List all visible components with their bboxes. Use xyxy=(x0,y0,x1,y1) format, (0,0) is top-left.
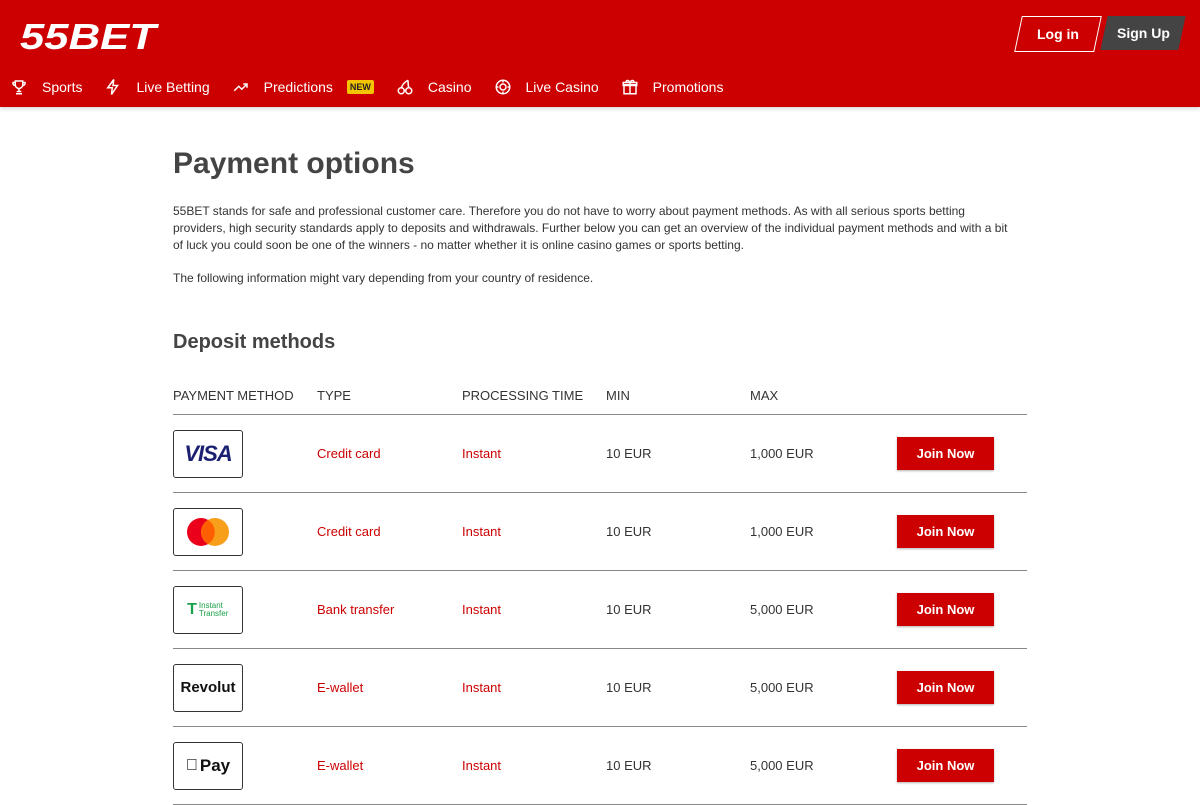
table-row: Credit card Instant 10 EUR 1,000 EUR Joi… xyxy=(173,493,1027,571)
nav-item-label: Promotions xyxy=(652,79,724,95)
mastercard-logo xyxy=(173,507,243,556)
nav-item-live-betting[interactable]: Live Betting xyxy=(104,74,210,100)
min-amount: 10 EUR xyxy=(606,758,652,773)
nav-item-live-casino[interactable]: Live Casino xyxy=(494,74,599,100)
mastercard-icon xyxy=(187,517,229,546)
revolut-logo: Revolut xyxy=(173,663,243,712)
payment-type: E-wallet xyxy=(317,680,364,695)
page-title: Payment options xyxy=(173,147,415,180)
processing-time: Instant xyxy=(462,758,502,773)
main-nav: Sports Live Betting Predictions NEW Casi… xyxy=(10,74,745,100)
main-content: Payment options 55BET stands for safe an… xyxy=(173,107,1027,805)
new-badge: NEW xyxy=(346,80,374,94)
processing-time: Instant xyxy=(462,602,502,617)
instant-transfer-logo: T Instant Transfer xyxy=(173,585,243,634)
nav-item-sports[interactable]: Sports xyxy=(10,74,82,100)
table-row: T Instant Transfer Bank transfer Instant… xyxy=(173,571,1027,649)
payment-type: Bank transfer xyxy=(317,602,395,617)
lightning-icon xyxy=(106,79,120,95)
nav-item-predictions[interactable]: Predictions NEW xyxy=(232,74,374,100)
residence-note: The following information might vary dep… xyxy=(173,271,594,285)
nav-item-label: Live Casino xyxy=(525,79,599,95)
processing-time: Instant xyxy=(462,524,502,539)
payment-type: Credit card xyxy=(317,446,381,461)
nav-item-label: Casino xyxy=(427,79,472,95)
min-amount: 10 EUR xyxy=(606,446,652,461)
column-header-type: TYPE xyxy=(317,387,351,403)
max-amount: 5,000 EUR xyxy=(750,758,814,773)
apple-icon:  xyxy=(186,757,198,775)
55bet-logo[interactable]: 55BET xyxy=(20,18,160,54)
min-amount: 10 EUR xyxy=(606,680,652,695)
login-button[interactable]: Log in xyxy=(1014,16,1102,52)
min-amount: 10 EUR xyxy=(606,524,652,539)
join-now-button[interactable]: Join Now xyxy=(897,593,994,626)
payment-type: Credit card xyxy=(317,524,381,539)
nav-item-label: Predictions xyxy=(263,79,333,95)
cherries-icon xyxy=(397,79,413,95)
max-amount: 5,000 EUR xyxy=(750,602,814,617)
column-header-min: MIN xyxy=(606,387,630,403)
column-header-max: MAX xyxy=(750,387,779,403)
max-amount: 1,000 EUR xyxy=(750,446,814,461)
trophy-icon xyxy=(12,80,26,95)
join-now-button[interactable]: Join Now xyxy=(897,437,994,470)
deposit-methods-title: Deposit methods xyxy=(173,331,336,353)
processing-time: Instant xyxy=(462,680,502,695)
column-header-payment-method: PAYMENT METHOD xyxy=(173,387,294,403)
processing-time: Instant xyxy=(462,446,502,461)
signup-button[interactable]: Sign Up xyxy=(1100,16,1186,50)
table-row: VISA Credit card Instant 10 EUR 1,000 EU… xyxy=(173,415,1027,493)
gift-icon xyxy=(622,79,638,95)
column-header-processing-time: PROCESSING TIME xyxy=(462,387,584,403)
apple-pay-logo:  Pay xyxy=(173,741,243,790)
nav-item-promotions[interactable]: Promotions xyxy=(621,74,724,100)
auth-buttons: Log in Sign Up xyxy=(1014,16,1186,52)
trending-up-icon xyxy=(233,83,248,92)
max-amount: 1,000 EUR xyxy=(750,524,814,539)
visa-logo: VISA xyxy=(173,429,243,478)
site-header: 55BET Log in Sign Up Sports Live Betting… xyxy=(0,0,1200,107)
table-row:  Pay E-wallet Instant 10 EUR 5,000 EUR … xyxy=(173,727,1027,805)
table-header: PAYMENT METHOD TYPE PROCESSING TIME MIN … xyxy=(173,376,1027,415)
join-now-button[interactable]: Join Now xyxy=(897,671,994,704)
nav-item-label: Live Betting xyxy=(136,79,210,95)
min-amount: 10 EUR xyxy=(606,602,652,617)
instant-transfer-icon: T xyxy=(187,600,197,618)
intro-paragraph: 55BET stands for safe and professional c… xyxy=(173,204,1008,252)
max-amount: 5,000 EUR xyxy=(750,680,814,695)
svg-text:55BET: 55BET xyxy=(20,18,160,54)
join-now-button[interactable]: Join Now xyxy=(897,749,994,782)
join-now-button[interactable]: Join Now xyxy=(897,515,994,548)
payment-type: E-wallet xyxy=(317,758,364,773)
nav-item-casino[interactable]: Casino xyxy=(396,74,472,100)
nav-item-label: Sports xyxy=(42,79,83,95)
chip-icon xyxy=(495,79,510,95)
table-row: Revolut E-wallet Instant 10 EUR 5,000 EU… xyxy=(173,649,1027,727)
